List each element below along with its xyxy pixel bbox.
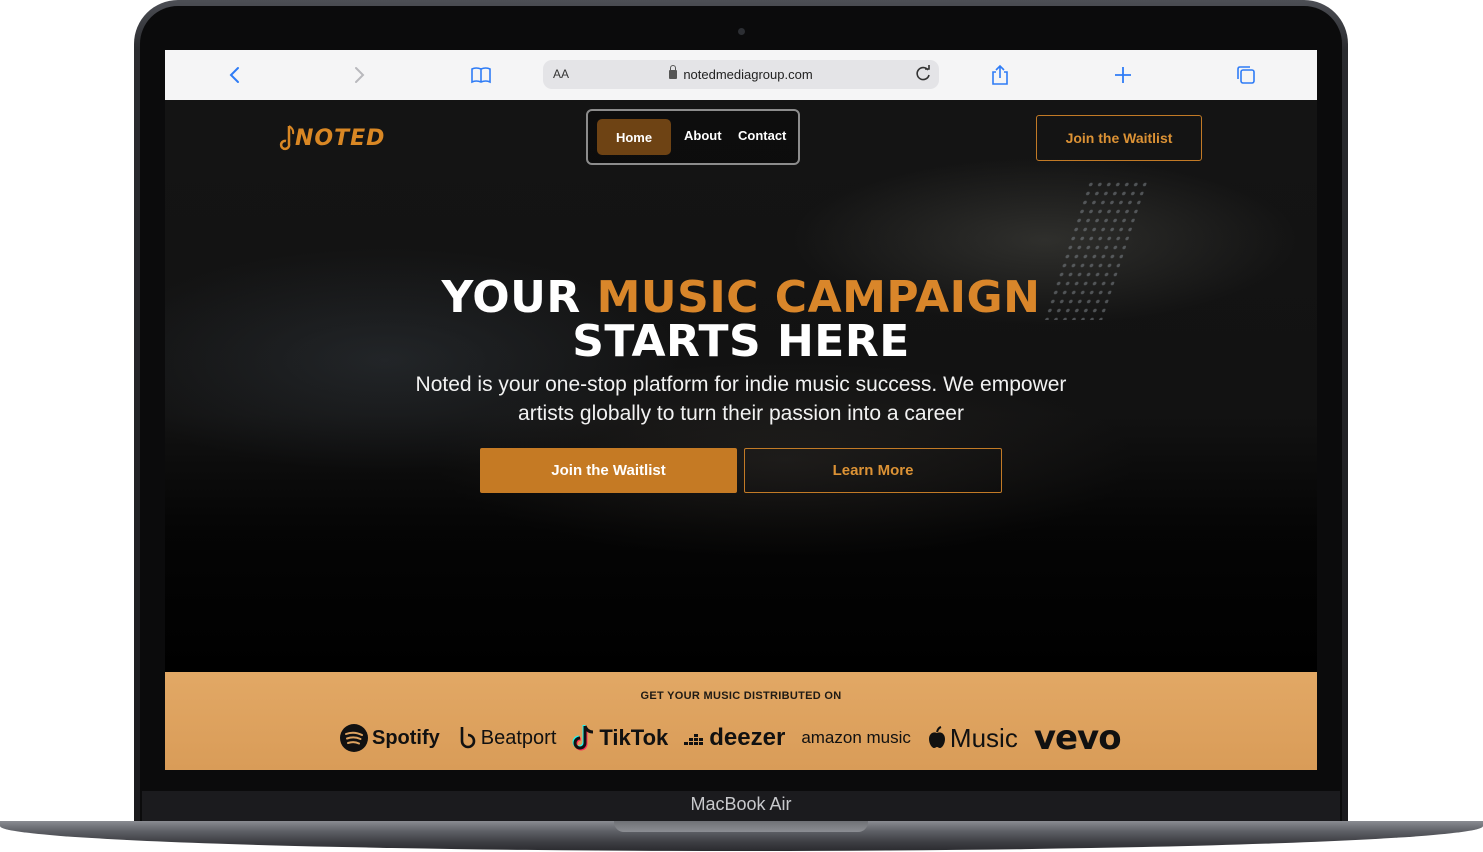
- hero-title-line-1: YOUR MUSIC CAMPAIGN: [165, 276, 1317, 320]
- spotify-logo: Spotify: [339, 723, 440, 753]
- nav-contact[interactable]: Contact: [738, 128, 786, 143]
- hero-subtitle: Noted is your one-stop platform for indi…: [415, 373, 1067, 425]
- beatport-logo: Beatport: [456, 725, 556, 751]
- tiktok-logo: TikTok: [572, 724, 668, 752]
- laptop-hinge-notch: [614, 821, 868, 832]
- beatport-icon: [460, 727, 476, 749]
- url-text: notedmediagroup.com: [683, 67, 813, 82]
- browser-toolbar: AA notedmediagroup.com: [165, 50, 1317, 101]
- site-logo[interactable]: NOTED: [279, 120, 385, 156]
- deezer-logo: deezer: [684, 724, 785, 752]
- nav-about[interactable]: About: [684, 128, 722, 143]
- camera: [738, 28, 745, 35]
- share-icon[interactable]: [987, 62, 1013, 88]
- join-waitlist-button[interactable]: Join the Waitlist: [480, 448, 737, 493]
- tabs-overview-icon[interactable]: [1233, 62, 1259, 88]
- learn-more-button[interactable]: Learn More: [744, 448, 1002, 493]
- distribution-band: GET YOUR MUSIC DISTRIBUTED ON Spotify Be…: [165, 672, 1317, 770]
- vevo-logo: vevo: [1033, 718, 1122, 758]
- hero-title-line-2: STARTS HERE: [572, 316, 910, 367]
- reload-icon[interactable]: [913, 64, 933, 84]
- logo-text: NOTED: [295, 125, 386, 151]
- device-label: MacBook Air: [690, 794, 792, 814]
- spotify-icon: [340, 724, 368, 752]
- tiktok-icon: [572, 725, 594, 751]
- apple-icon: [928, 726, 945, 748]
- apple-music-logo: Music: [927, 723, 1018, 754]
- address-bar[interactable]: AA notedmediagroup.com: [543, 60, 939, 89]
- forward-icon[interactable]: [345, 62, 371, 88]
- main-nav: Home About Contact: [586, 109, 800, 165]
- header-join-waitlist-button[interactable]: Join the Waitlist: [1036, 115, 1202, 161]
- amazon-music-logo: amazon music: [801, 728, 911, 747]
- bookmarks-icon[interactable]: [468, 62, 494, 88]
- music-note-icon: [279, 125, 295, 151]
- nav-home[interactable]: Home: [597, 119, 671, 155]
- distribution-title: GET YOUR MUSIC DISTRIBUTED ON: [640, 690, 842, 702]
- screen: AA notedmediagroup.com NOTED Home About …: [165, 50, 1317, 770]
- platform-logos: Spotify Beatport TikTok deezer amazon mu…: [339, 718, 1137, 758]
- back-icon[interactable]: [223, 62, 249, 88]
- new-tab-icon[interactable]: [1110, 62, 1136, 88]
- lock-icon: [669, 65, 678, 79]
- deezer-icon: [684, 734, 704, 745]
